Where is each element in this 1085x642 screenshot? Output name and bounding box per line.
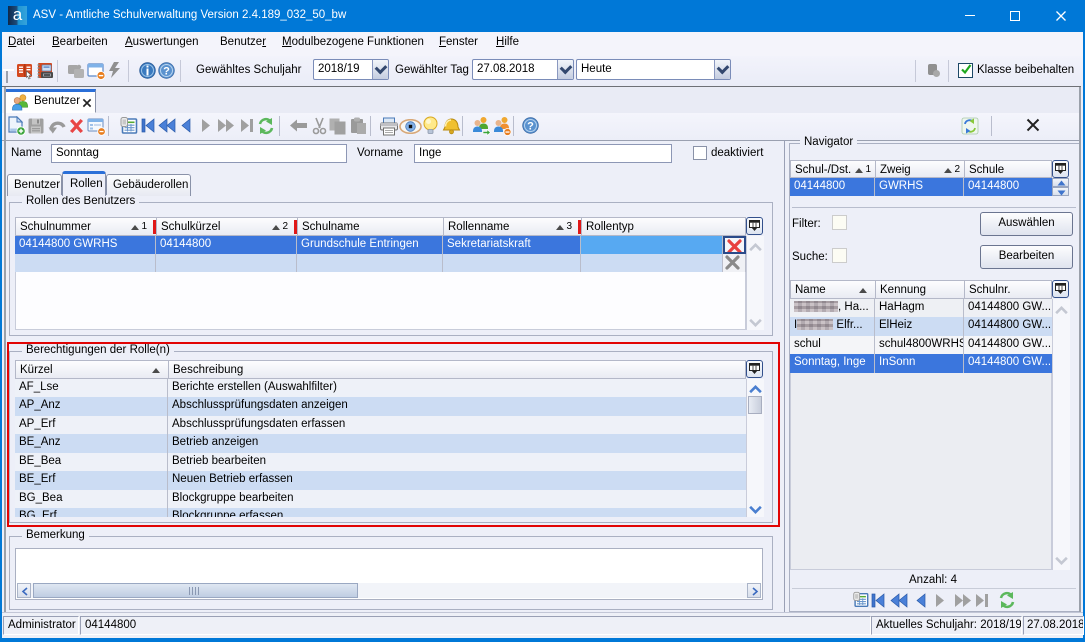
svg-text:?: ?: [527, 121, 534, 133]
svg-text:?: ?: [163, 66, 170, 78]
